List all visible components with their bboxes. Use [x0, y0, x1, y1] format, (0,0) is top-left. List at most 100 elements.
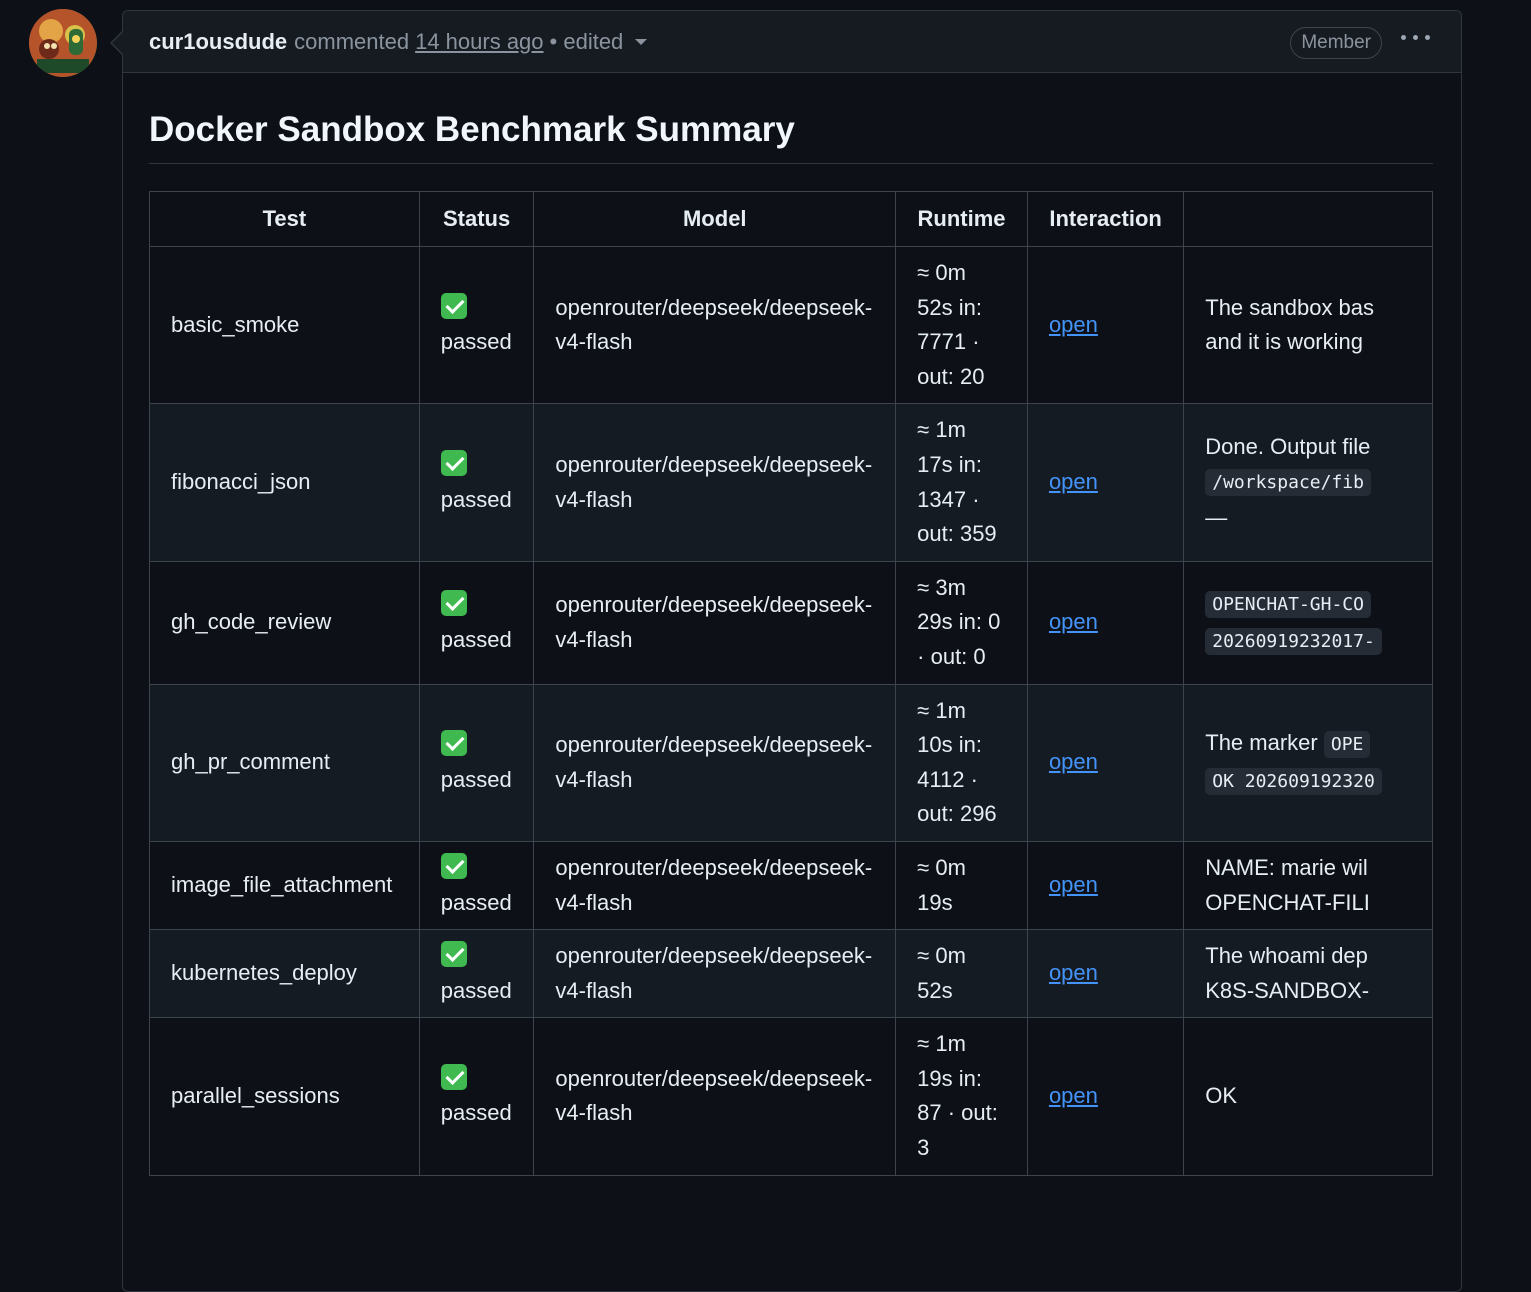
cell-runtime: ≈ 0m 19s [895, 840, 1028, 931]
status-text: passed [440, 889, 512, 915]
cell-output: Done. Output file/workspace/fib — [1183, 403, 1433, 562]
check-icon [440, 292, 467, 319]
check-icon [440, 852, 467, 879]
cell-test: parallel_sessions [149, 1017, 420, 1176]
table-row: basic_smoke passed openrouter/deepseek/d… [149, 245, 1433, 405]
check-icon [440, 1063, 467, 1090]
cell-model: openrouter/deepseek/deepseek-v4-flash [533, 683, 897, 842]
comment-timestamp[interactable]: 14 hours ago [415, 29, 543, 55]
status-text: passed [440, 486, 512, 512]
member-badge: Member [1290, 27, 1382, 59]
interaction-open-link[interactable]: open [1049, 960, 1098, 985]
edited-dropdown-icon[interactable] [635, 38, 648, 45]
output-code: OPE [1323, 731, 1371, 759]
cell-test: gh_pr_comment [149, 683, 420, 842]
comment-body: Docker Sandbox Benchmark Summary Test St… [149, 84, 1433, 1176]
status-text: passed [440, 329, 512, 355]
cell-status: passed [418, 245, 535, 405]
interaction-open-link[interactable]: open [1049, 469, 1098, 494]
cell-model: openrouter/deepseek/deepseek-v4-flash [533, 929, 897, 1019]
cell-status: passed [418, 683, 535, 842]
header-output [1183, 191, 1433, 247]
table-row: gh_code_review passed openrouter/deepsee… [149, 560, 1433, 685]
avatar-image [29, 9, 97, 77]
cell-status: passed [418, 560, 535, 685]
interaction-open-link[interactable]: open [1049, 749, 1098, 774]
cell-interaction: open [1026, 929, 1185, 1019]
cell-runtime: ≈ 1m 10s in: 4112 · out: 296 [895, 683, 1028, 842]
interaction-open-link[interactable]: open [1049, 872, 1098, 897]
author-link[interactable]: cur1ousdude [149, 29, 287, 55]
comment-pointer-inner [112, 32, 123, 54]
comment-header: cur1ousdude commented 14 hours ago • edi… [123, 11, 1461, 73]
status-text: passed [440, 766, 512, 792]
cell-interaction: open [1026, 245, 1185, 405]
cell-model: openrouter/deepseek/deepseek-v4-flash [533, 403, 897, 562]
cell-test: basic_smoke [149, 245, 420, 405]
cell-interaction: open [1026, 840, 1185, 931]
cell-model: openrouter/deepseek/deepseek-v4-flash [533, 1017, 897, 1176]
interaction-open-link[interactable]: open [1049, 609, 1098, 634]
output-code: 20260919232017- [1205, 627, 1382, 655]
cell-output: NAME: marie wil OPENCHAT-FILI [1183, 840, 1433, 931]
output-code: OK 202609192320 [1205, 767, 1382, 795]
output-code: OPENCHAT-GH-CO [1205, 591, 1371, 619]
cell-runtime: ≈ 0m 52s [895, 929, 1028, 1019]
cell-status: passed [418, 929, 535, 1019]
cell-runtime: ≈ 3m 29s in: 0 · out: 0 [895, 560, 1028, 685]
status-text: passed [440, 626, 512, 652]
output-text: OPENCHAT-FILI [1205, 889, 1370, 915]
cell-test: gh_code_review [149, 560, 420, 685]
cell-output: The marker OPE OK 202609192320 [1183, 683, 1433, 842]
check-icon [440, 941, 467, 968]
header-runtime: Runtime [895, 191, 1028, 247]
table-row: gh_pr_comment passed openrouter/deepseek… [149, 683, 1433, 842]
header-status: Status [418, 191, 535, 247]
more-options-icon[interactable] [1401, 27, 1431, 47]
interaction-open-link[interactable]: open [1049, 312, 1098, 337]
table-row: kubernetes_deploy passed openrouter/deep… [149, 929, 1433, 1019]
table-row: image_file_attachment passed openrouter/… [149, 840, 1433, 931]
cell-model: openrouter/deepseek/deepseek-v4-flash [533, 840, 897, 931]
header-model: Model [533, 191, 897, 247]
cell-status: passed [418, 403, 535, 562]
results-table: Test Status Model Runtime Interaction ba… [149, 191, 1433, 1176]
status-text: passed [440, 977, 512, 1003]
results-table-scroll[interactable]: Test Status Model Runtime Interaction ba… [149, 191, 1433, 1291]
cell-output: The whoami dep K8S-SANDBOX- [1183, 929, 1433, 1019]
cell-output: OPENCHAT-GH-CO 20260919232017- [1183, 560, 1433, 685]
cell-interaction: open [1026, 560, 1185, 685]
document-title: Docker Sandbox Benchmark Summary [149, 84, 1433, 164]
output-text: The marker [1205, 730, 1318, 756]
cell-output: The sandbox bas and it is working [1183, 245, 1433, 405]
output-text: The sandbox bas [1205, 294, 1375, 320]
output-text: — [1205, 504, 1228, 530]
comment-action: commented [294, 28, 410, 54]
output-text: and it is working [1205, 329, 1363, 355]
output-text: Done. Output file [1205, 433, 1371, 459]
cell-test: kubernetes_deploy [149, 929, 420, 1019]
cell-test: image_file_attachment [149, 840, 420, 931]
cell-model: openrouter/deepseek/deepseek-v4-flash [533, 245, 897, 405]
check-icon [440, 730, 467, 757]
edited-label[interactable]: • edited [550, 29, 624, 55]
header-interaction: Interaction [1026, 191, 1185, 247]
output-text: The whoami dep [1205, 943, 1368, 969]
comment-box: cur1ousdude commented 14 hours ago • edi… [122, 10, 1462, 1292]
output-text: NAME: marie wil [1205, 854, 1368, 880]
cell-interaction: open [1026, 403, 1185, 562]
cell-output: OK [1183, 1017, 1433, 1176]
output-code: /workspace/fib [1205, 469, 1371, 497]
avatar[interactable] [29, 9, 97, 77]
cell-model: openrouter/deepseek/deepseek-v4-flash [533, 560, 897, 685]
cell-runtime: ≈ 0m 52s in: 7771 · out: 20 [895, 245, 1028, 405]
check-icon [440, 449, 467, 476]
cell-runtime: ≈ 1m 17s in: 1347 · out: 359 [895, 403, 1028, 562]
table-row: fibonacci_json passed openrouter/deepsee… [149, 403, 1433, 562]
cell-runtime: ≈ 1m 19s in: 87 · out: 3 [895, 1017, 1028, 1176]
interaction-open-link[interactable]: open [1049, 1083, 1098, 1108]
cell-status: passed [418, 840, 535, 931]
table-row: parallel_sessions passed openrouter/deep… [149, 1017, 1433, 1176]
status-text: passed [440, 1100, 512, 1126]
table-header-row: Test Status Model Runtime Interaction [149, 191, 1433, 247]
